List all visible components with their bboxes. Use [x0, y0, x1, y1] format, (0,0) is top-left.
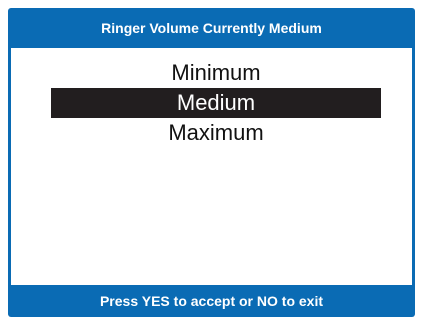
footer-instructions: Press YES to accept or NO to exit — [99, 293, 324, 309]
screen-frame: Ringer Volume Currently Medium Minimum M… — [8, 8, 415, 317]
option-minimum[interactable]: Minimum — [51, 58, 381, 88]
option-label: Minimum — [171, 60, 261, 85]
title-bar: Ringer Volume Currently Medium — [8, 8, 415, 48]
option-medium[interactable]: Medium — [51, 88, 381, 118]
menu-area: Minimum Medium Maximum — [11, 48, 412, 285]
screen-title: Ringer Volume Currently Medium — [101, 20, 322, 36]
option-label: Maximum — [168, 120, 264, 145]
footer-bar: Press YES to accept or NO to exit — [8, 285, 415, 317]
option-maximum[interactable]: Maximum — [51, 118, 381, 148]
option-label: Medium — [176, 90, 256, 115]
